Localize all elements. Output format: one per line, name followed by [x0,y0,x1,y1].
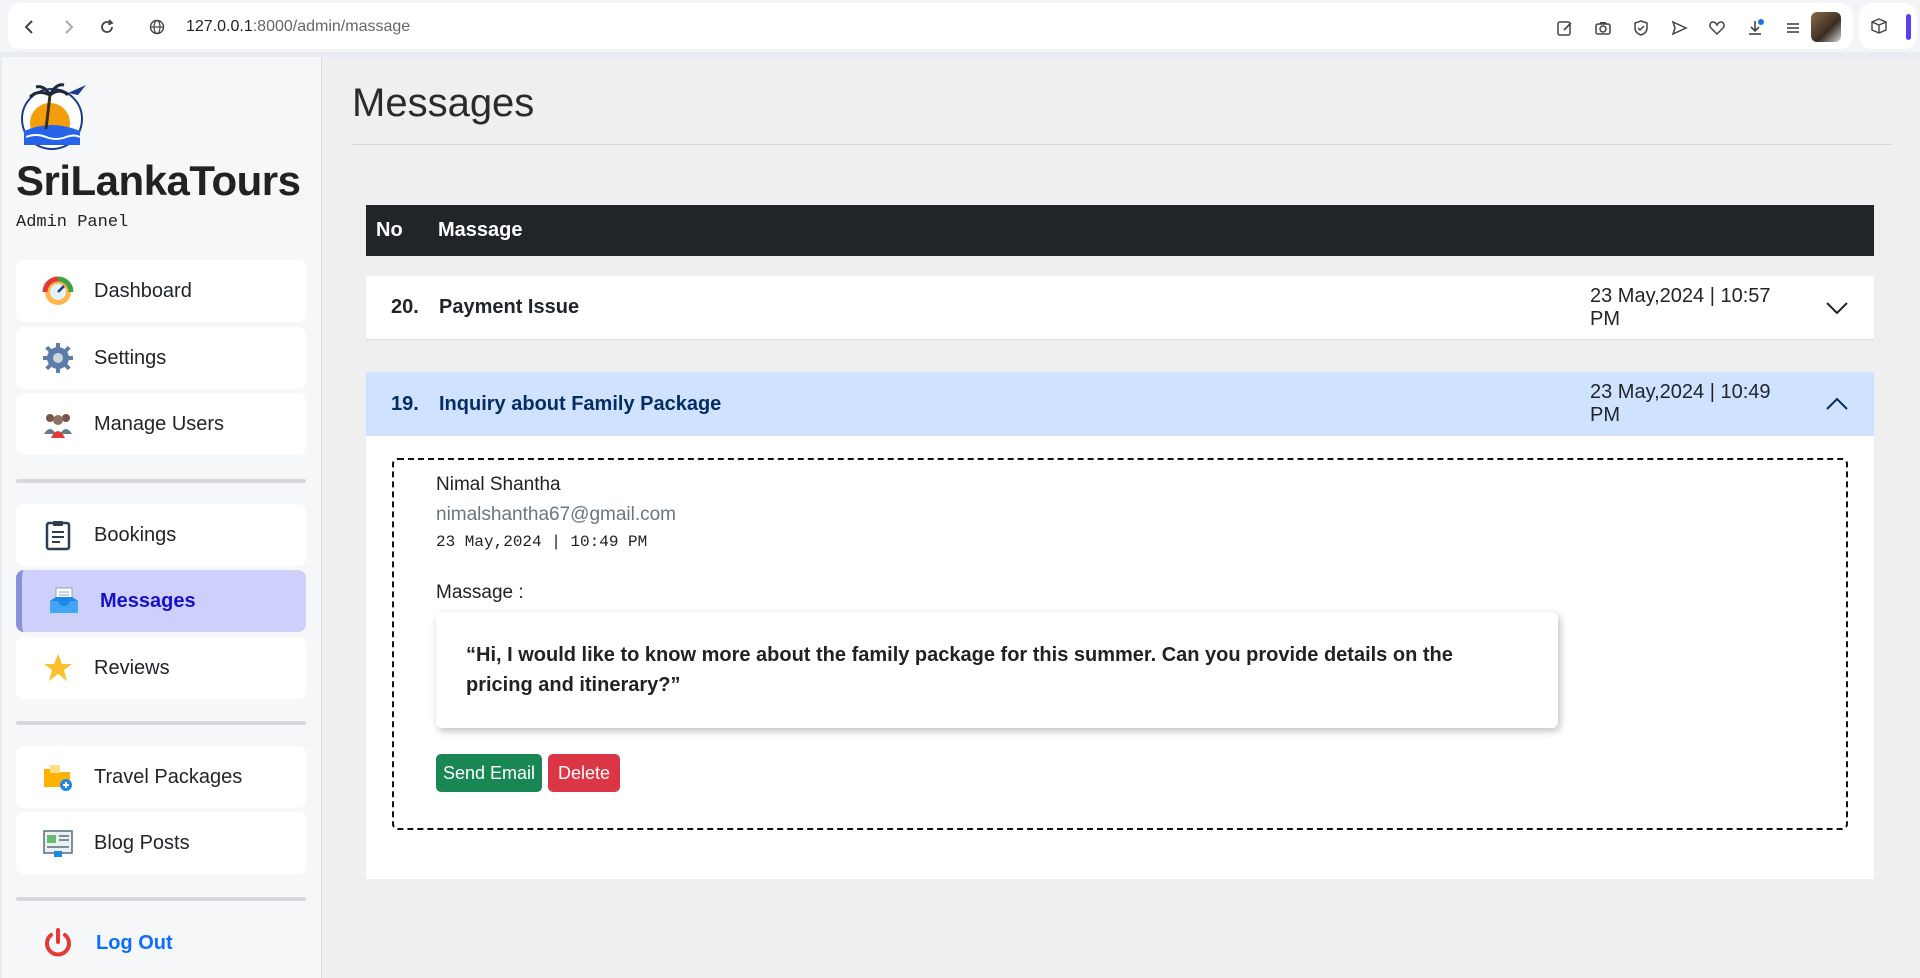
message-label: Massage : [436,582,524,603]
shield-icon[interactable] [1630,17,1652,39]
star-icon [42,652,74,684]
sidebar-divider [16,479,306,483]
inbox-icon [48,585,80,617]
page-title: Messages [352,81,535,125]
chevron-up-icon[interactable] [1818,397,1856,411]
message-date: 23 May,2024 | 10:57 PM [1590,284,1771,330]
brand-name: SriLankaTours [16,157,301,204]
sidebar-item-label: Reviews [94,656,170,679]
sidebar-item-label: Bookings [94,523,177,546]
profile-avatar[interactable] [1811,12,1841,42]
message-number: 20. [391,296,419,318]
message-timestamp: 23 May,2024 | 10:49 PM [436,533,648,551]
logout-link[interactable]: Log Out [42,927,173,959]
sidebar-item-travel-packages[interactable]: Travel Packages [16,746,306,808]
message-row[interactable]: 19. Inquiry about Family Package 23 May,… [366,372,1874,436]
title-divider [352,144,1892,145]
sidebar-item-label: Settings [94,346,167,369]
heart-icon[interactable] [1706,17,1728,39]
message-row[interactable]: 20. Payment Issue 23 May,2024 | 10:57 PM [366,276,1874,340]
sidebar-item-messages[interactable]: Messages [16,570,306,632]
reload-icon[interactable] [95,15,119,39]
sidebar-item-label: Blog Posts [94,831,190,854]
column-header-no: No [376,219,403,241]
edit-icon[interactable] [1554,17,1576,39]
sidebar-item-blog-posts[interactable]: Blog Posts [16,812,306,874]
clipboard-icon [42,519,74,551]
sidebar-item-settings[interactable]: Settings [16,327,306,389]
download-icon[interactable] [1744,17,1766,39]
power-icon [42,927,74,959]
main-content: Messages No Massage 20. Payment Issue 23… [322,57,1920,978]
url-path: :8000/admin/massage [252,18,411,35]
sidebar-item-bookings[interactable]: Bookings [16,504,306,566]
message-detail-panel: Nimal Shantha nimalshantha67@gmail.com 2… [366,436,1874,879]
users-icon [42,408,74,440]
gauge-icon [42,275,74,307]
send-email-button[interactable]: Send Email [436,754,542,792]
sender-name: Nimal Shantha [436,474,561,495]
box-icon[interactable] [1868,15,1890,37]
address-bar[interactable]: 127.0.0.1:8000/admin/massage [8,3,1853,49]
sender-email: nimalshantha67@gmail.com [436,504,677,525]
chevron-down-icon[interactable] [1818,301,1856,315]
menu-icon[interactable] [1782,17,1804,39]
message-number: 19. [391,392,419,415]
message-date: 23 May,2024 | 10:49 PM [1590,381,1771,426]
camera-icon[interactable] [1592,17,1614,39]
sidebar-item-label: Dashboard [94,279,192,302]
sidebar-item-manage-users[interactable]: Manage Users [16,393,306,455]
logout-label: Log Out [96,931,173,954]
folder-plus-icon [42,761,74,793]
column-header-massage: Massage [438,219,523,241]
sidebar-item-reviews[interactable]: Reviews [16,637,306,699]
site-info-icon[interactable] [145,15,169,39]
message-subject: Payment Issue [439,296,580,318]
sidebar-divider [16,721,306,725]
browser-toolbar: 127.0.0.1:8000/admin/massage [0,0,1920,52]
sidebar-toggle[interactable] [1906,14,1911,40]
sidebar-item-label: Manage Users [94,412,225,435]
delete-button[interactable]: Delete [548,754,620,792]
sidebar-item-label: Messages [100,589,196,612]
message-subject: Inquiry about Family Package [439,392,722,415]
forward-icon[interactable] [56,15,80,39]
back-icon[interactable] [18,15,42,39]
message-detail-box: Nimal Shantha nimalshantha67@gmail.com 2… [392,458,1848,830]
sidebar-item-label: Travel Packages [94,765,243,788]
message-body: “Hi, I would like to know more about the… [436,612,1558,728]
url-text[interactable]: 127.0.0.1:8000/admin/massage [186,18,410,36]
logo-icon [16,79,92,151]
blog-icon [42,827,74,859]
url-host: 127.0.0.1 [186,18,253,35]
sidebar-item-dashboard[interactable]: Dashboard [16,260,306,322]
sidebar-divider [16,897,306,901]
brand-subtitle: Admin Panel [16,213,129,232]
table-header: No Massage [366,205,1874,256]
send-icon[interactable] [1668,17,1690,39]
gear-icon [42,342,74,374]
sidebar: SriLankaTours Admin Panel Dashboard Sett… [2,57,322,978]
